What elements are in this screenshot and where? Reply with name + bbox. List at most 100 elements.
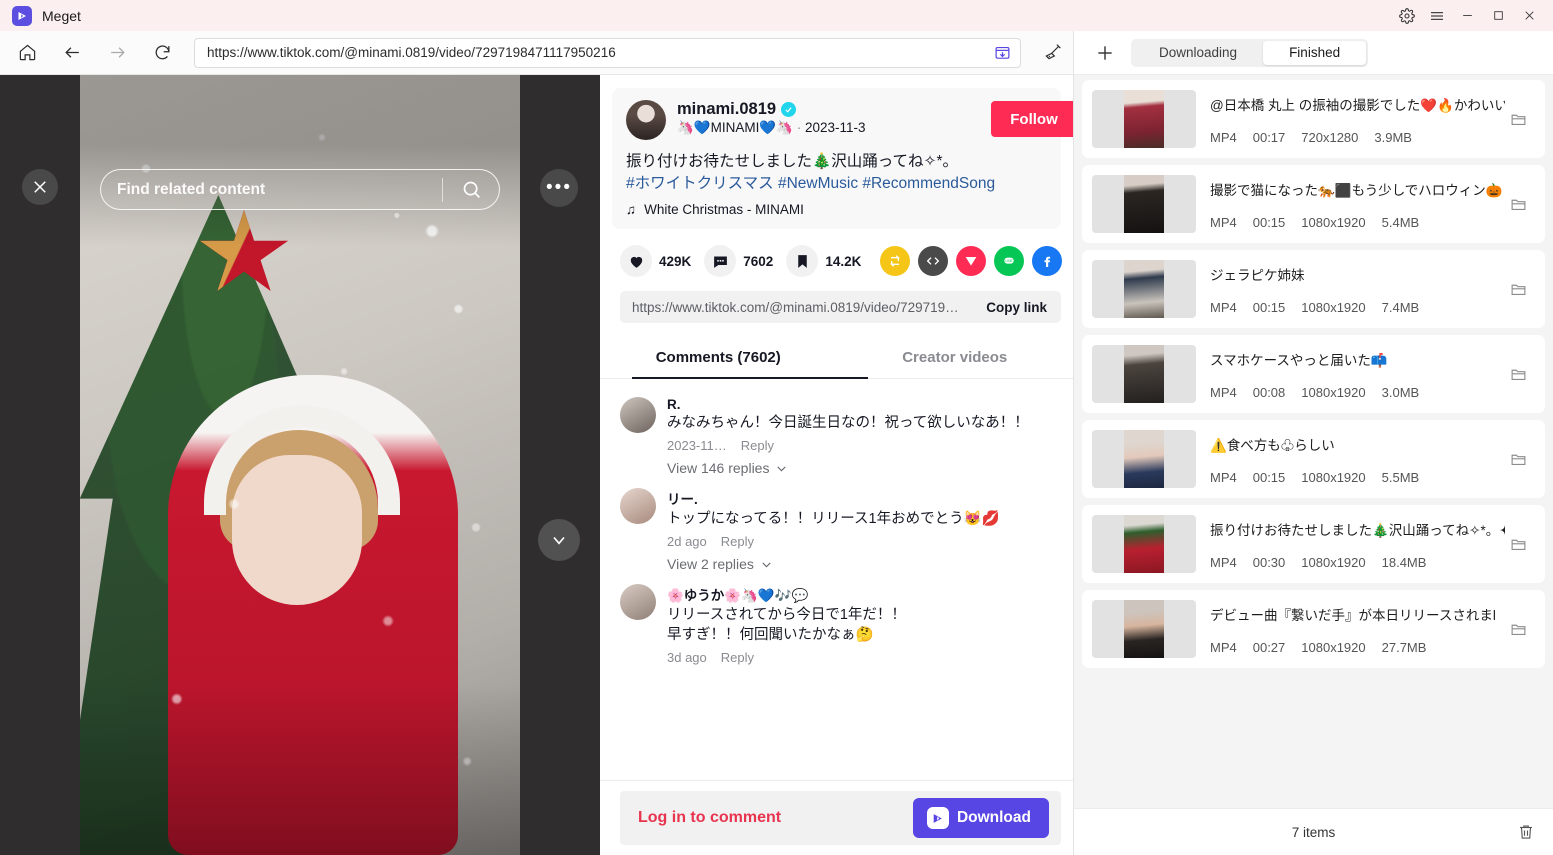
list-item-meta: MP4 00:08 1080x1920 3.0MB	[1210, 385, 1505, 400]
comment-author[interactable]: R.	[667, 397, 1061, 412]
video-thumbnail	[1092, 260, 1196, 318]
folder-icon[interactable]	[1505, 106, 1531, 132]
login-prompt[interactable]: Log in to comment	[638, 809, 913, 827]
trash-icon[interactable]	[1513, 819, 1539, 845]
folder-icon[interactable]	[1505, 276, 1531, 302]
home-icon[interactable]	[9, 35, 45, 71]
comment-text: みなみちゃん！今日誕生日なの！祝って欲しいなあ！！	[667, 415, 1029, 431]
address-bar[interactable]: https://www.tiktok.com/@minami.0819/vide…	[194, 37, 1021, 68]
comment-reply-button[interactable]: Reply	[721, 534, 754, 549]
downloads-list[interactable]: @日本橋 丸上 の振袖の撮影でした❤️🔥かわいい MP4 00:17 720x1…	[1074, 75, 1553, 808]
comment-author[interactable]: リー.	[667, 488, 1061, 508]
post-date: 2023-11-3	[804, 120, 866, 135]
close-video-button[interactable]	[22, 169, 58, 205]
bookmark-stat[interactable]: 14.2K	[786, 245, 861, 277]
like-stat[interactable]: 429K	[620, 245, 691, 277]
download-button[interactable]: Download	[912, 798, 1049, 838]
list-item-title: ⚠️食べ方も♧らしい	[1210, 437, 1335, 453]
tab-comments[interactable]: Comments (7602)	[600, 339, 837, 378]
file-size: 27.7MB	[1381, 639, 1427, 655]
avatar[interactable]	[620, 584, 656, 620]
list-item[interactable]: ジェラピケ姉妹 MP4 00:15 1080x1920 7.4MB	[1082, 250, 1545, 328]
more-options-button[interactable]: •••	[540, 169, 578, 207]
tab-downloading[interactable]: Downloading	[1133, 41, 1263, 65]
file-size: 7.4MB	[1381, 299, 1420, 315]
tab-creator-videos[interactable]: Creator videos	[837, 339, 1074, 378]
post-info-pane: minami.0819 🦄💙MINAMI💙🦄 · 2023-11-3 Follo…	[600, 75, 1073, 855]
app-logo-icon	[12, 5, 32, 26]
gear-icon[interactable]	[1392, 0, 1422, 31]
comment-author[interactable]: 🌸ゆうか🌸🦄💙🎶💬	[667, 584, 1061, 604]
comment-stat[interactable]: 7602	[704, 245, 773, 277]
next-video-button[interactable]	[538, 519, 580, 561]
back-button[interactable]	[54, 35, 90, 71]
facebook-icon[interactable]	[1032, 246, 1063, 276]
author-row: minami.0819 🦄💙MINAMI💙🦄 · 2023-11-3	[626, 100, 1047, 140]
list-item[interactable]: @日本橋 丸上 の振袖の撮影でした❤️🔥かわいい MP4 00:17 720x1…	[1082, 80, 1545, 158]
minimize-icon[interactable]	[1452, 0, 1483, 31]
video-player-pane[interactable]: Find related content •••	[0, 75, 600, 855]
line-icon[interactable]: LINE	[994, 246, 1025, 276]
post-hashtags[interactable]: #ホワイトクリスマス #NewMusic #RecommendSong	[626, 173, 1047, 195]
forward-button[interactable]	[99, 35, 135, 71]
search-input[interactable]: Find related content	[101, 181, 442, 199]
list-item-meta: MP4 00:15 1080x1920 5.4MB	[1210, 215, 1505, 230]
verified-badge-icon	[781, 102, 797, 117]
avatar[interactable]	[620, 488, 656, 524]
folder-icon[interactable]	[1505, 361, 1531, 387]
folder-icon[interactable]	[1505, 616, 1531, 642]
comment-reply-button[interactable]: Reply	[741, 438, 774, 453]
download-box-icon[interactable]	[990, 41, 1014, 65]
maximize-icon[interactable]	[1483, 0, 1514, 31]
list-item[interactable]: 振り付けお待たせしました🎄沢山踊ってね✧*。✦ MP4 00:30 1080x1…	[1082, 505, 1545, 583]
view-replies-button[interactable]: View 2 replies	[667, 556, 1061, 572]
post-description-text: 振り付けお待たせしました🎄沢山踊ってね✧*。	[626, 153, 959, 170]
file-duration: 00:08	[1252, 384, 1286, 400]
list-item[interactable]: スマホケースやっと届いた📫 MP4 00:08 1080x1920 3.0MB	[1082, 335, 1545, 413]
comments-tabs: Comments (7602) Creator videos	[600, 339, 1073, 379]
close-icon[interactable]	[1514, 0, 1545, 31]
add-download-button[interactable]	[1088, 36, 1122, 70]
comment-item: リー. トップになってる！！リリース1年おめでとう😻💋 2d ago Reply	[620, 480, 1061, 549]
list-item[interactable]: ⚠️食べ方も♧らしい MP4 00:15 1080x1920 5.5MB	[1082, 420, 1545, 498]
list-item[interactable]: 撮影で猫になった🐅⬛もう少しでハロウィン🎃 MP4 00:15 1080x192…	[1082, 165, 1545, 243]
post-header-card: minami.0819 🦄💙MINAMI💙🦄 · 2023-11-3 Follo…	[612, 88, 1073, 229]
search-related-box[interactable]: Find related content	[100, 169, 500, 210]
post-music-row[interactable]: ♫ White Christmas - MINAMI	[626, 202, 1047, 217]
comment-body: リー. トップになってる！！リリース1年おめでとう😻💋 2d ago Reply	[667, 488, 1061, 549]
file-size: 18.4MB	[1381, 554, 1427, 570]
list-item-meta: MP4 00:30 1080x1920 18.4MB	[1210, 555, 1505, 570]
file-duration: 00:30	[1252, 554, 1286, 570]
copy-link-button[interactable]: Copy link	[972, 300, 1061, 315]
video-thumbnail	[1092, 345, 1196, 403]
item-count: 7 items	[1291, 824, 1336, 840]
avatar[interactable]	[626, 100, 666, 140]
chevron-down-icon	[777, 465, 787, 472]
tab-finished[interactable]: Finished	[1263, 40, 1367, 65]
embed-code-icon[interactable]	[918, 246, 949, 276]
view-replies-button[interactable]: View 146 replies	[667, 460, 1061, 476]
broom-icon[interactable]	[1031, 31, 1073, 75]
folder-icon[interactable]	[1505, 446, 1531, 472]
reload-icon[interactable]	[144, 35, 180, 71]
avatar[interactable]	[620, 397, 656, 433]
telegram-icon[interactable]	[956, 246, 987, 276]
comment-reply-button[interactable]: Reply	[721, 650, 754, 665]
folder-icon[interactable]	[1505, 191, 1531, 217]
repost-icon[interactable]	[880, 246, 911, 276]
search-icon[interactable]	[443, 179, 499, 200]
title-bar: Meget	[0, 0, 1553, 31]
follow-button[interactable]: Follow	[991, 101, 1073, 137]
file-resolution: 1080x1920	[1301, 384, 1366, 400]
file-duration: 00:15	[1252, 214, 1286, 230]
list-item-title: 振り付けお待たせしました🎄沢山踊ってね✧*。✦	[1210, 522, 1505, 538]
hamburger-icon[interactable]	[1422, 0, 1452, 31]
list-item-meta: MP4 00:15 1080x1920 5.5MB	[1210, 470, 1505, 485]
folder-icon[interactable]	[1505, 531, 1531, 557]
comment-body: 🌸ゆうか🌸🦄💙🎶💬 リリースされてから今日で1年だ！！ 早すぎ！！何回聞いたかな…	[667, 584, 1061, 665]
post-stats-row: 429K 7602 14.2K LINE	[620, 245, 1073, 277]
file-resolution: 1080x1920	[1301, 554, 1366, 570]
share-icons: LINE	[880, 246, 1063, 276]
list-item[interactable]: デビュー曲『繋いだ手』が本日リリースされまl MP4 00:27 1080x19…	[1082, 590, 1545, 668]
file-format: MP4	[1210, 639, 1237, 655]
